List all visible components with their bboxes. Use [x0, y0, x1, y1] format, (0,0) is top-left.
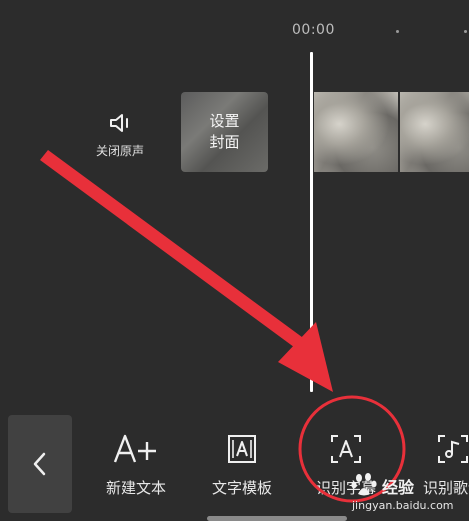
- chevron-left-icon: [33, 452, 46, 476]
- video-track-clip[interactable]: [314, 92, 469, 172]
- editor-preview-area: 00:00 关闭原声 设置 封面: [0, 0, 469, 405]
- video-frame-thumbnail: [400, 92, 469, 172]
- text-template-label: 文字模板: [211, 479, 272, 497]
- set-cover-label-line2: 封面: [209, 133, 240, 151]
- mute-original-audio-button[interactable]: 关闭原声: [88, 110, 152, 159]
- set-cover-button[interactable]: 设置 封面: [181, 92, 268, 172]
- playhead-line[interactable]: [310, 52, 313, 392]
- back-button[interactable]: [8, 415, 72, 513]
- recognize-subtitle-icon: [303, 427, 389, 471]
- speaker-icon: [110, 114, 128, 132]
- watermark: 经验 jingyan.baidu.com: [348, 470, 466, 518]
- text-template-button[interactable]: 文字模板: [199, 427, 285, 498]
- timeline-tick-dot: [464, 30, 467, 33]
- home-indicator: [207, 516, 347, 521]
- timeline-tick-dot: [396, 30, 399, 33]
- watermark-brand: 经验: [382, 478, 415, 497]
- set-cover-label-line1: 设置: [209, 112, 240, 130]
- text-add-icon: [93, 427, 179, 471]
- mute-original-audio-label: 关闭原声: [95, 144, 144, 158]
- video-frame-thumbnail: [314, 92, 398, 172]
- text-template-icon: [199, 427, 285, 471]
- new-text-button[interactable]: 新建文本: [93, 427, 179, 498]
- timecode-label: 00:00: [292, 22, 335, 38]
- watermark-site: jingyan.baidu.com: [352, 499, 454, 512]
- baidu-paw-logo: [351, 473, 377, 496]
- recognize-lyrics-icon: [410, 427, 469, 471]
- new-text-label: 新建文本: [105, 479, 166, 497]
